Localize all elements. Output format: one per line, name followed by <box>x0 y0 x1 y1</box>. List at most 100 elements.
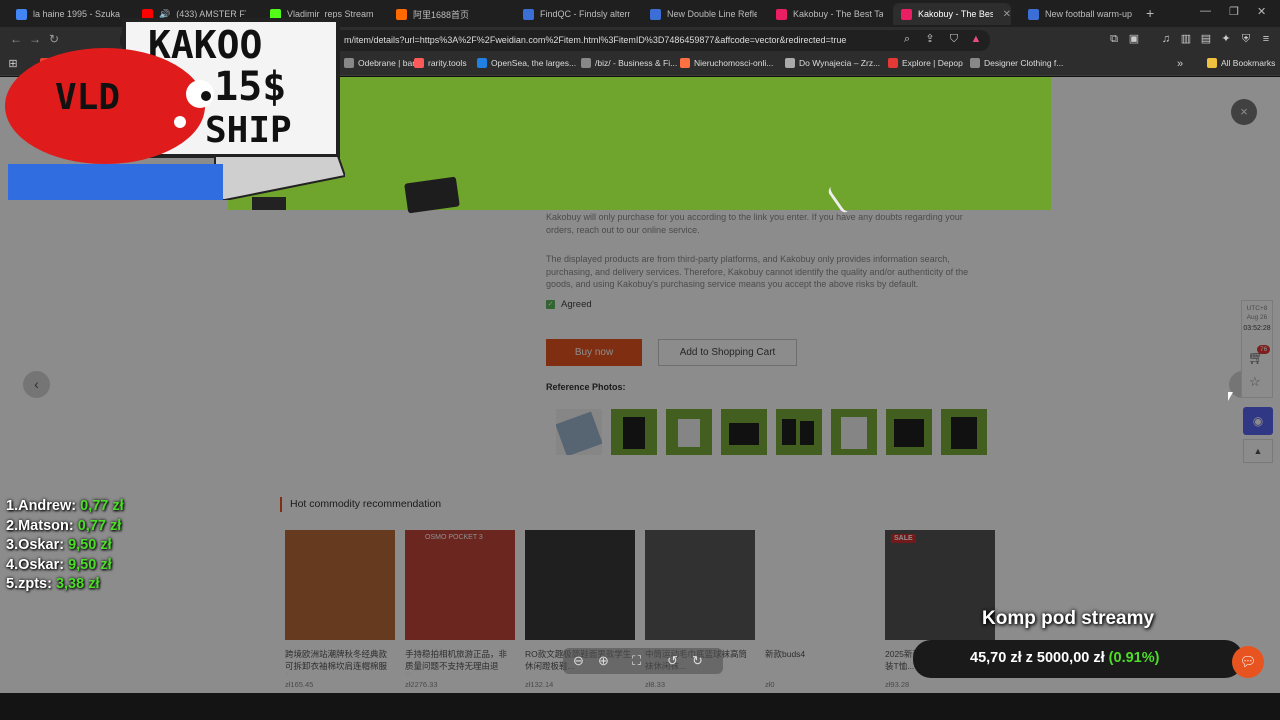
bookmark-item[interactable]: Designer Clothing f... <box>970 58 1063 68</box>
reference-photo[interactable] <box>941 409 987 455</box>
fullscreen-icon[interactable]: ⛶ <box>632 653 641 669</box>
tab-favicon-icon <box>523 8 534 20</box>
close-window-button[interactable]: ✕ <box>1257 5 1266 18</box>
reference-photo[interactable] <box>721 409 767 455</box>
tab-5[interactable]: New Double Line Reflectiv <box>642 3 757 25</box>
screen: { "tabs": [ {"label": "la haine 1995 - S… <box>0 0 1280 720</box>
donation-leaderboard: 1.Andrew: 0,77 zł 2.Matson: 0,77 zł 3.Oska… <box>6 497 124 595</box>
product-price: zł2276.33 <box>405 680 438 689</box>
bookmark-favicon-icon <box>344 58 354 68</box>
bookmark-favicon-icon <box>888 58 898 68</box>
leaderboard-name: Matson: <box>18 517 74 534</box>
agree-checkbox[interactable]: ✓ Agreed <box>546 299 592 310</box>
disclaimer-text-2: The displayed products are from third-pa… <box>546 254 969 289</box>
wallet-icon[interactable]: ▤ <box>1200 33 1212 45</box>
tab-4[interactable]: FindQC - Findsly alternativ <box>515 3 630 25</box>
restore-button[interactable]: ❐ <box>1229 5 1239 18</box>
bookmark-item[interactable]: Explore | Depop <box>888 58 963 68</box>
buy-now-button[interactable]: Buy now <box>546 339 642 366</box>
leaderboard-rank: 2. <box>6 517 19 534</box>
reference-photo[interactable] <box>886 409 932 455</box>
leo-ai-icon[interactable]: ✦ <box>1220 33 1232 45</box>
bookmark-favicon-icon <box>785 58 795 68</box>
product-card[interactable]: 新款buds4 zł0 <box>765 530 875 689</box>
chat-icon[interactable]: 💬︎ <box>1232 646 1264 678</box>
favorites-star-icon[interactable]: ☆ <box>1249 374 1261 390</box>
sidebar-icon[interactable]: ▥ <box>1180 33 1192 45</box>
leaderboard-rank: 4. <box>6 556 19 573</box>
more-bookmarks-icon[interactable]: » <box>1174 58 1186 70</box>
vpn-icon[interactable]: ⛨ <box>1240 33 1252 45</box>
emote-text-vld: VLD <box>55 77 120 118</box>
minimize-button[interactable]: — <box>1200 5 1211 17</box>
search-icon[interactable]: ⌕ <box>901 33 913 45</box>
product-image[interactable] <box>285 530 395 640</box>
bookmark-item[interactable]: Odebrane | bar... <box>344 58 422 68</box>
rotate-left-icon[interactable]: ↺ <box>667 653 678 669</box>
reference-photo[interactable] <box>776 409 822 455</box>
brave-rewards-icon[interactable]: ▲ <box>970 33 982 45</box>
rotate-right-icon[interactable]: ↻ <box>692 653 703 669</box>
bookmark-item[interactable]: OpenSea, the larges... <box>477 58 576 68</box>
url-text[interactable]: m/item/details?url=https%3A%2F%2Fweidian… <box>344 35 846 45</box>
screenshot-icon[interactable]: ▣ <box>1128 33 1140 45</box>
prev-photo-button[interactable]: ‹ <box>23 371 50 398</box>
reference-photo[interactable] <box>666 409 712 455</box>
goal-target: 5000,00 zł <box>1036 650 1105 666</box>
new-tab-button[interactable]: + <box>1146 5 1154 21</box>
leaderboard-row: 2.Matson: 0,77 zł <box>6 517 124 537</box>
bookmark-label: Explore | Depop <box>902 58 963 68</box>
product-image[interactable] <box>525 530 635 640</box>
bookmark-item[interactable]: All Bookmarks <box>1207 58 1275 68</box>
bookmark-item[interactable]: /biz/ - Business & Fi... <box>581 58 677 68</box>
media-icon[interactable]: ♫ <box>1160 33 1172 45</box>
product-title[interactable]: 手持稳拍相机旅游正品，非质量问题不支持无理由退换。 <box>405 648 515 674</box>
disclaimer-text-1: Kakobuy will only purchase for you accor… <box>546 212 963 235</box>
tab-favicon-icon <box>776 8 787 20</box>
product-image[interactable]: OSMO POCKET 3 <box>405 530 515 640</box>
reference-photo[interactable] <box>611 409 657 455</box>
zoom-out-icon[interactable]: ⊖ <box>573 653 584 669</box>
tab-3[interactable]: 阿里1688首页 <box>388 3 500 25</box>
product-card[interactable]: OSMO POCKET 3 手持稳拍相机旅游正品，非质量问题不支持无理由退换。 zł… <box>405 530 515 689</box>
product-price: zł0 <box>765 680 775 689</box>
reference-photo[interactable] <box>831 409 877 455</box>
product-title[interactable]: 新款buds4 <box>765 648 875 674</box>
date-label: Aug 26 <box>1246 314 1268 321</box>
menu-icon[interactable]: ≡ <box>1260 33 1272 45</box>
brave-shield-icon[interactable]: ⛉ <box>948 33 960 45</box>
close-modal-button[interactable]: × <box>1231 99 1257 125</box>
back-to-top-button[interactable]: ▲ <box>1243 439 1273 463</box>
bookmark-label: OpenSea, the larges... <box>491 58 577 68</box>
bookmark-favicon-icon <box>414 58 424 68</box>
close-tab-icon[interactable]: ✕ <box>1003 9 1011 20</box>
tab-7[interactable]: Kakobuy - The Best Ta ✕ <box>893 3 1011 25</box>
discord-icon[interactable]: ◉ <box>1243 407 1273 435</box>
tab-label: New football warm-up ru <box>1045 9 1135 19</box>
bookmark-item[interactable]: Do Wynajecia – Zrz... <box>785 58 880 68</box>
zoom-in-icon[interactable]: ⊕ <box>598 653 609 669</box>
goal-title: Komp pod streamy <box>982 608 1155 629</box>
bookmark-favicon-icon <box>1207 58 1217 68</box>
tab-6[interactable]: Kakobuy - The Best Taoba <box>768 3 883 25</box>
product-title[interactable]: 跨境欧洲站潮牌秋冬经典款可拆卸衣袖棉坎肩连帽棉服加厚... <box>285 648 395 674</box>
bookmark-item[interactable]: Nieruchomosci-onli... <box>680 58 773 68</box>
leaderboard-amount: 9,50 zł <box>68 537 112 553</box>
product-image[interactable] <box>645 530 755 640</box>
bookmark-label: Odebrane | bar... <box>358 58 422 68</box>
extensions-icon[interactable]: ⧉ <box>1108 33 1120 45</box>
bookmark-label: Designer Clothing f... <box>984 58 1064 68</box>
bookmark-favicon-icon <box>477 58 487 68</box>
hot-recommendation-title: Hot commodity recommendation <box>280 497 441 512</box>
tab-8[interactable]: New football warm-up ru <box>1020 3 1135 25</box>
product-price: zł8.33 <box>645 680 666 689</box>
product-image[interactable] <box>765 530 875 640</box>
check-icon: ✓ <box>546 300 555 309</box>
product-card[interactable]: 跨境欧洲站潮牌秋冬经典款可拆卸衣袖棉坎肩连帽棉服加厚... zł165.45 <box>285 530 395 689</box>
bookmark-item[interactable]: rarity.tools <box>414 58 467 68</box>
reference-photo[interactable] <box>556 409 602 455</box>
bookmark-favicon-icon <box>970 58 980 68</box>
product-image[interactable]: SALE <box>885 530 995 640</box>
add-to-cart-button[interactable]: Add to Shopping Cart <box>658 339 797 366</box>
share-icon[interactable]: ⇪ <box>924 33 936 45</box>
